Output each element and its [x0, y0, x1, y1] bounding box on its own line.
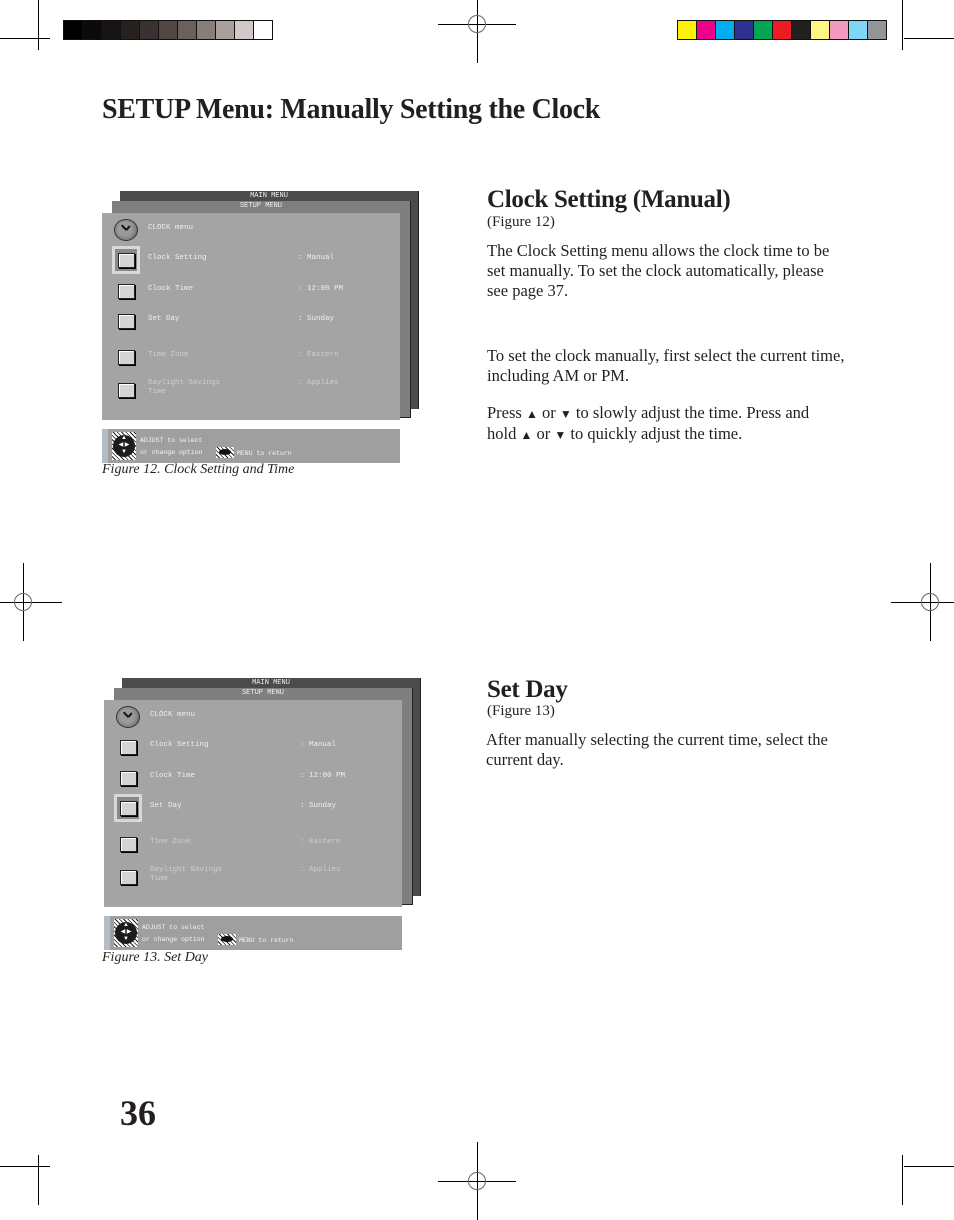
clock-icon [114, 703, 142, 731]
clock-icon [112, 216, 140, 244]
menu-row-set-day[interactable]: Set Day : Sunday [104, 794, 402, 824]
color-swatch [102, 21, 121, 39]
color-swatch [235, 21, 254, 39]
setup-menu-label: SETUP MENU [239, 202, 282, 210]
adjust-pad-icon: ▲ ◀ ▶ ▼ [114, 919, 138, 947]
osd-help-bar: ▲ ◀ ▶ ▼ ADJUST to select or change option … [104, 916, 402, 950]
menu-button-icon [216, 447, 234, 458]
color-swatch [830, 21, 849, 39]
down-arrow-icon: ▼ [559, 407, 572, 421]
paragraph: To set the clock manually, first select … [487, 346, 845, 385]
osd-screen-figure-13: MAIN MENU SETUP MENU CLOCK menu Clock Se… [104, 678, 424, 968]
menu-row-clock-setting[interactable]: Clock Setting : Manual [104, 733, 402, 763]
page-number: 36 [120, 1093, 156, 1133]
clock-menu-panel: CLOCK menu Clock Setting : Manual Clock … [102, 213, 400, 420]
menu-row-time-zone[interactable]: Time Zone : Eastern [104, 830, 402, 860]
color-swatch [849, 21, 868, 39]
color-swatch [811, 21, 830, 39]
color-swatch [697, 21, 716, 39]
menu-row-clock-time[interactable]: Clock Time : 12:00 PM [104, 764, 402, 794]
color-swatch [216, 21, 235, 39]
crop-mark [904, 1166, 954, 1167]
menu-row-time-zone[interactable]: Time Zone : Eastern [102, 343, 400, 373]
crop-mark [38, 1155, 39, 1205]
menu-item-button-icon [112, 307, 140, 335]
menu-item-button-icon [112, 376, 140, 404]
clock-menu-header: CLOCK menu [104, 703, 402, 733]
main-menu-label: MAIN MENU [250, 192, 288, 200]
menu-item-button-icon [114, 794, 142, 822]
menu-item-button-icon [112, 343, 140, 371]
paragraph: The Clock Setting menu allows the clock … [487, 241, 830, 300]
figure-13-caption: Figure 13. Set Day [102, 950, 209, 965]
clock-menu-panel: CLOCK menu Clock Setting : Manual Clock … [104, 700, 402, 907]
grayscale-color-bar [63, 20, 273, 40]
crop-mark [38, 0, 39, 50]
menu-item-button-icon [114, 830, 142, 858]
crop-mark [0, 38, 50, 39]
up-arrow-icon: ▲ [525, 407, 538, 421]
color-swatch [792, 21, 811, 39]
registration-mark [438, 1142, 516, 1220]
color-swatch [868, 21, 886, 39]
menu-row-clock-setting[interactable]: Clock Setting : Manual [102, 246, 400, 276]
crop-mark [904, 38, 954, 39]
figure-reference: (Figure 12) [487, 214, 555, 230]
osd-help-bar: ▲ ◀ ▶ ▼ ADJUST to select or change option … [102, 429, 400, 463]
crop-mark [0, 1166, 50, 1167]
menu-row-clock-time[interactable]: Clock Time : 12:00 PM [102, 277, 400, 307]
press-instructions: Press ▲ or ▼ to slowly adjust the time. … [487, 403, 810, 443]
menu-row-set-day[interactable]: Set Day : Sunday [102, 307, 400, 337]
paragraph: After manually selecting the current tim… [486, 730, 828, 769]
clock-menu-header: CLOCK menu [102, 216, 400, 246]
registration-mark [0, 563, 62, 641]
main-menu-label: MAIN MENU [252, 679, 290, 687]
color-swatch [254, 21, 272, 39]
menu-row-daylight-savings[interactable]: Daylight Savings Time : Applies [102, 376, 400, 406]
color-swatch [735, 21, 754, 39]
osd-screen-figure-12: MAIN MENU SETUP MENU CLOCK menu Clock Se… [102, 191, 422, 481]
color-swatch [64, 21, 83, 39]
crop-mark [902, 0, 903, 50]
color-swatch [159, 21, 178, 39]
crop-mark [902, 1155, 903, 1205]
color-swatch [140, 21, 159, 39]
menu-item-button-icon [112, 246, 140, 274]
menu-item-button-icon [114, 764, 142, 792]
down-arrow-icon: ▼ [554, 428, 567, 442]
menu-item-button-icon [112, 277, 140, 305]
menu-item-button-icon [114, 733, 142, 761]
color-swatch [773, 21, 792, 39]
adjust-pad-icon: ▲ ◀ ▶ ▼ [112, 432, 136, 460]
menu-item-button-icon [114, 863, 142, 891]
setup-menu-label: SETUP MENU [241, 689, 284, 697]
figure-12-caption: Figure 12. Clock Setting and Time [102, 462, 295, 477]
color-swatch [178, 21, 197, 39]
color-swatch [716, 21, 735, 39]
color-swatch [121, 21, 140, 39]
registration-mark [891, 563, 954, 641]
color-swatch [754, 21, 773, 39]
figure-reference: (Figure 13) [487, 703, 555, 719]
section-title-clock-setting: Clock Setting (Manual) [487, 186, 731, 213]
process-color-bar [677, 20, 887, 40]
color-swatch [197, 21, 216, 39]
menu-row-daylight-savings[interactable]: Daylight Savings Time : Applies [104, 863, 402, 893]
page-title: SETUP Menu: Manually Setting the Clock [102, 94, 601, 125]
color-swatch [678, 21, 697, 39]
menu-button-icon [218, 934, 236, 945]
section-title-set-day: Set Day [487, 676, 568, 703]
color-swatch [83, 21, 102, 39]
registration-mark [438, 0, 516, 63]
up-arrow-icon: ▲ [520, 428, 533, 442]
